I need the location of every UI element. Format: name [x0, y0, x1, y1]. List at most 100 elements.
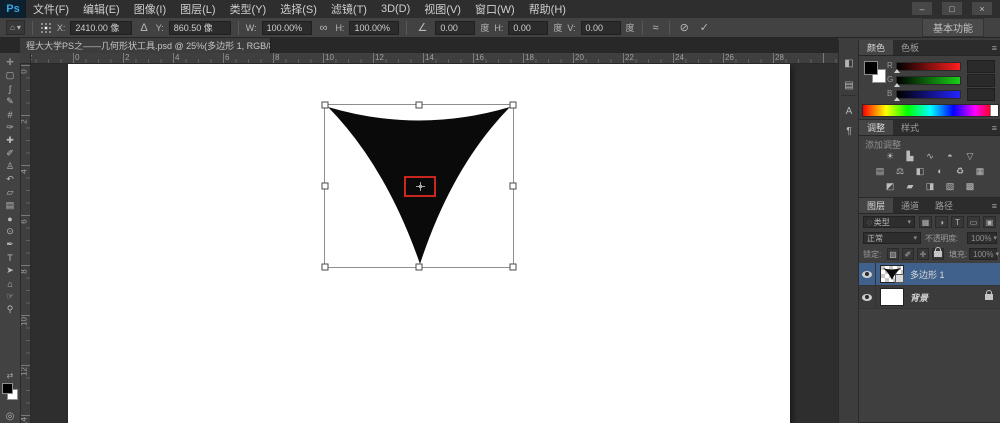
green-slider-value-input[interactable] — [967, 74, 995, 87]
transform-handle[interactable] — [322, 264, 329, 271]
brightness-contrast-icon[interactable]: ☀ — [883, 151, 898, 164]
reference-point-dot[interactable] — [41, 27, 43, 29]
transform-handle[interactable] — [510, 183, 517, 190]
link-dimensions-icon[interactable]: ∞ — [317, 22, 331, 34]
minimize-button[interactable]: – — [912, 2, 932, 15]
menu-select[interactable]: 选择(S) — [273, 1, 324, 17]
cancel-transform-icon[interactable]: ⊘ — [677, 21, 692, 34]
workspace-switcher[interactable]: 基本功能 — [922, 18, 984, 37]
hand-tool[interactable]: ☞ — [0, 290, 20, 303]
reference-point-dot[interactable] — [45, 23, 47, 25]
history-brush-tool[interactable]: ↶ — [0, 173, 20, 186]
reference-point-dot[interactable] — [49, 23, 51, 25]
blue-slider[interactable] — [896, 90, 961, 99]
black-white-icon[interactable]: ◧ — [913, 166, 928, 179]
panel-menu-icon[interactable]: ≡ — [988, 40, 1000, 55]
properties-panel-icon[interactable]: ▤ — [839, 77, 859, 93]
menu-type[interactable]: 类型(Y) — [223, 1, 274, 17]
zoom-tool[interactable]: ⚲ — [0, 303, 20, 316]
layer-row[interactable]: 背景 — [859, 286, 1000, 309]
transform-handle[interactable] — [416, 102, 423, 109]
menu-filter[interactable]: 滤镜(T) — [324, 1, 374, 17]
document-canvas[interactable] — [68, 63, 790, 423]
commit-transform-icon[interactable]: ✓ — [697, 21, 712, 34]
character-panel-icon[interactable]: A — [839, 103, 859, 119]
healing-brush-tool[interactable]: ✚ — [0, 134, 20, 147]
photo-filter-icon[interactable]: ◐ — [933, 166, 948, 179]
document-tab[interactable]: 程大大学PS之——几何形状工具.psd @ 25%(多边形 1, RGB/8) … — [20, 38, 271, 53]
pen-tool[interactable]: ✒ — [0, 238, 20, 251]
selective-color-icon[interactable]: ▩ — [963, 181, 978, 194]
layer-row[interactable]: 多边形 1 — [859, 263, 1000, 286]
quick-mask-button[interactable]: ◎ — [0, 411, 20, 422]
blue-slider-value-input[interactable] — [967, 88, 995, 101]
panel-menu-icon[interactable]: ≡ — [988, 198, 1000, 213]
brush-tool[interactable]: ✐ — [0, 147, 20, 160]
lock-all-icon[interactable] — [932, 248, 944, 260]
eraser-tool[interactable]: ▱ — [0, 186, 20, 199]
tab-adjustments[interactable]: 调整 — [859, 120, 893, 135]
levels-icon[interactable]: ▙ — [903, 151, 918, 164]
filter-pixel-layers-icon[interactable]: ▦ — [919, 216, 932, 228]
paragraph-panel-icon[interactable]: ¶ — [839, 123, 859, 139]
history-panel-icon[interactable]: ◧ — [839, 55, 859, 71]
exposure-icon[interactable]: ◓ — [943, 151, 958, 164]
horizontal-ruler[interactable]: -20246810121416182022242628 — [20, 53, 838, 64]
move-tool[interactable]: ✛ — [0, 56, 20, 69]
reference-point-dot[interactable] — [41, 23, 43, 25]
posterize-icon[interactable]: ▰ — [903, 181, 918, 194]
transform-handle[interactable] — [416, 264, 423, 271]
marquee-tool[interactable]: ▢ — [0, 69, 20, 82]
curves-icon[interactable]: ∿ — [923, 151, 938, 164]
shape-tool[interactable]: ⌂ — [0, 277, 20, 290]
channel-mixer-icon[interactable]: ♻ — [953, 166, 968, 179]
maximize-button[interactable]: □ — [942, 2, 962, 15]
width-input[interactable]: 100.00% — [262, 21, 312, 35]
y-position-input[interactable]: 860.50 像 — [169, 21, 231, 35]
tab-color[interactable]: 颜色 — [859, 40, 893, 55]
reference-point-highlight[interactable] — [404, 176, 436, 197]
relative-position-icon[interactable]: Δ — [137, 22, 150, 34]
height-input[interactable]: 100.00% — [349, 21, 399, 35]
red-slider-thumb[interactable] — [894, 69, 900, 73]
tab-styles[interactable]: 样式 — [893, 120, 927, 135]
green-slider-thumb[interactable] — [894, 83, 900, 87]
transform-handle[interactable] — [322, 183, 329, 190]
gradient-map-icon[interactable]: ▧ — [943, 181, 958, 194]
lock-paint-icon[interactable]: ✐ — [902, 248, 914, 260]
quick-selection-tool[interactable]: ✎ — [0, 95, 20, 108]
filter-adjustment-layers-icon[interactable]: ◑ — [935, 216, 948, 228]
blend-mode-select[interactable]: 正常 ▾ — [863, 232, 921, 244]
panel-menu-icon[interactable]: ≡ — [988, 120, 1000, 135]
threshold-icon[interactable]: ◨ — [923, 181, 938, 194]
menu-3d[interactable]: 3D(D) — [374, 3, 417, 15]
green-slider[interactable] — [896, 76, 961, 85]
visibility-toggle[interactable] — [859, 263, 876, 285]
menu-window[interactable]: 窗口(W) — [468, 1, 522, 17]
swap-colors-icon[interactable]: ⇄ — [0, 371, 20, 380]
x-position-input[interactable]: 2410.00 像 — [70, 21, 132, 35]
tab-channels[interactable]: 通道 — [893, 198, 927, 213]
filter-smart-objects-icon[interactable]: ▣ — [983, 216, 996, 228]
blue-slider-thumb[interactable] — [894, 97, 900, 101]
clone-stamp-tool[interactable]: ♙ — [0, 160, 20, 173]
transform-handle[interactable] — [510, 102, 517, 109]
vertical-ruler[interactable]: 02468101214 — [20, 63, 31, 423]
lasso-tool[interactable]: ʃ — [0, 82, 20, 95]
layer-filter-kind-select[interactable]: ◌ 类型 ▾ — [863, 216, 915, 228]
reference-point-locator[interactable] — [40, 22, 52, 34]
lock-transparency-icon[interactable]: ▨ — [887, 248, 899, 260]
gradient-tool[interactable]: ▤ — [0, 199, 20, 212]
reference-point-crosshair-icon[interactable] — [416, 182, 425, 191]
menu-view[interactable]: 视图(V) — [417, 1, 468, 17]
tab-swatches[interactable]: 色板 — [893, 40, 927, 55]
tool-preset-picker[interactable]: ⌂ ▾ — [6, 20, 25, 35]
tab-layers[interactable]: 图层 — [859, 198, 893, 213]
color-spectrum-ramp[interactable] — [862, 104, 999, 117]
red-slider-value-input[interactable] — [967, 60, 995, 73]
reference-point-dot[interactable] — [41, 31, 43, 33]
tab-paths[interactable]: 路径 — [927, 198, 961, 213]
fill-input[interactable]: 100% ▾ — [969, 248, 997, 260]
invert-icon[interactable]: ◩ — [883, 181, 898, 194]
filter-shape-layers-icon[interactable]: ▭ — [967, 216, 980, 228]
